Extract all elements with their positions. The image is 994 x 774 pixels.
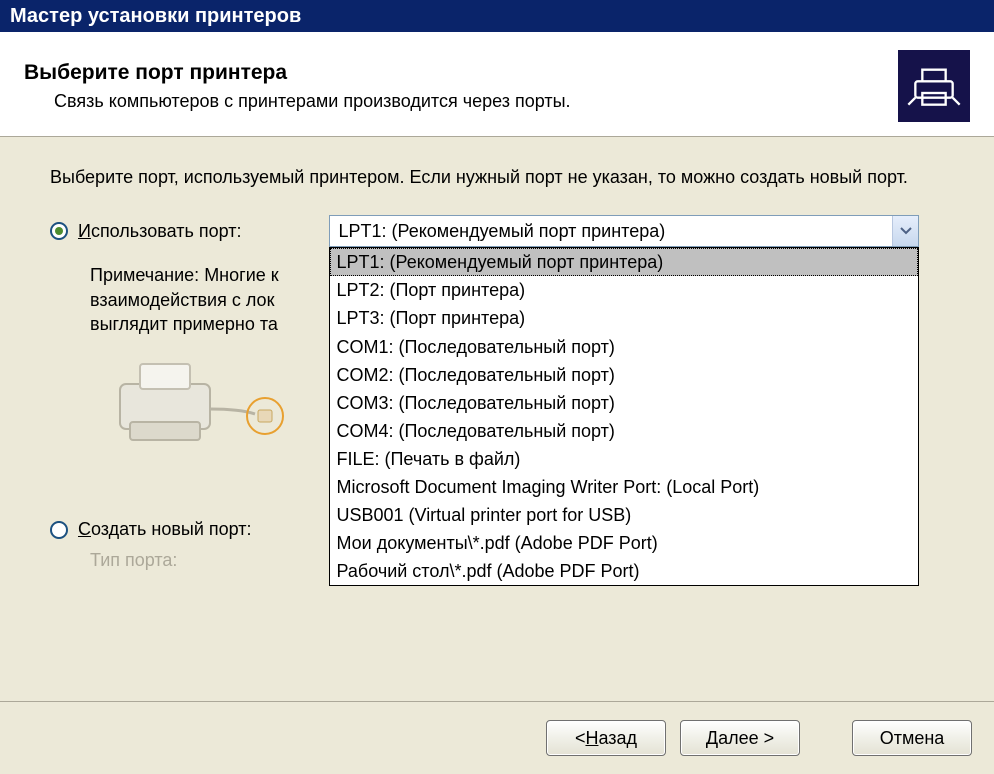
cancel-button[interactable]: Отмена [852,720,972,756]
dropdown-item[interactable]: FILE: (Печать в файл) [330,445,918,473]
dropdown-item[interactable]: USB001 (Virtual printer port for USB) [330,501,918,529]
port-dropdown: LPT1: (Рекомендуемый порт принтера) LPT2… [329,247,919,586]
dropdown-item[interactable]: Microsoft Document Imaging Writer Port: … [330,473,918,501]
content: Выберите порт, используемый принтером. Е… [0,137,994,581]
dropdown-item[interactable]: LPT2: (Порт принтера) [330,276,918,304]
titlebar: Мастер установки принтеров [0,0,994,32]
use-port-radio[interactable] [50,222,68,240]
next-button[interactable]: Далее > [680,720,800,756]
chevron-down-icon[interactable] [892,216,918,246]
footer: < Назад Далее > Отмена [0,701,994,774]
use-port-label[interactable]: Использовать порт: [78,221,241,242]
instruction-text: Выберите порт, используемый принтером. Е… [50,165,944,189]
port-combo-wrap: LPT1: (Рекомендуемый порт принтера) LPT1… [329,215,944,247]
use-port-row: Использовать порт: LPT1: (Рекомендуемый … [50,215,944,247]
header: Выберите порт принтера Связь компьютеров… [0,32,994,137]
page-subtitle: Связь компьютеров с принтерами производи… [54,91,898,112]
create-port-radio[interactable] [50,521,68,539]
dropdown-item[interactable]: COM4: (Последовательный порт) [330,417,918,445]
dropdown-item[interactable]: LPT3: (Порт принтера) [330,304,918,332]
dropdown-item[interactable]: LPT1: (Рекомендуемый порт принтера) [330,248,918,276]
dropdown-item[interactable]: COM1: (Последовательный порт) [330,333,918,361]
dropdown-item[interactable]: COM2: (Последовательный порт) [330,361,918,389]
create-port-label[interactable]: Создать новый порт: [78,519,252,540]
port-combobox[interactable]: LPT1: (Рекомендуемый порт принтера) [329,215,919,247]
port-combobox-value: LPT1: (Рекомендуемый порт принтера) [330,216,892,246]
dropdown-item[interactable]: COM3: (Последовательный порт) [330,389,918,417]
header-text: Выберите порт принтера Связь компьютеров… [24,61,898,112]
back-button[interactable]: < Назад [546,720,666,756]
printer-header-icon [898,50,970,122]
page-title: Выберите порт принтера [24,61,898,85]
dropdown-item[interactable]: Мои документы\*.pdf (Adobe PDF Port) [330,529,918,557]
printer-illustration [110,354,310,459]
dropdown-item[interactable]: Рабочий стол\*.pdf (Adobe PDF Port) [330,557,918,585]
window-title: Мастер установки принтеров [10,5,301,28]
